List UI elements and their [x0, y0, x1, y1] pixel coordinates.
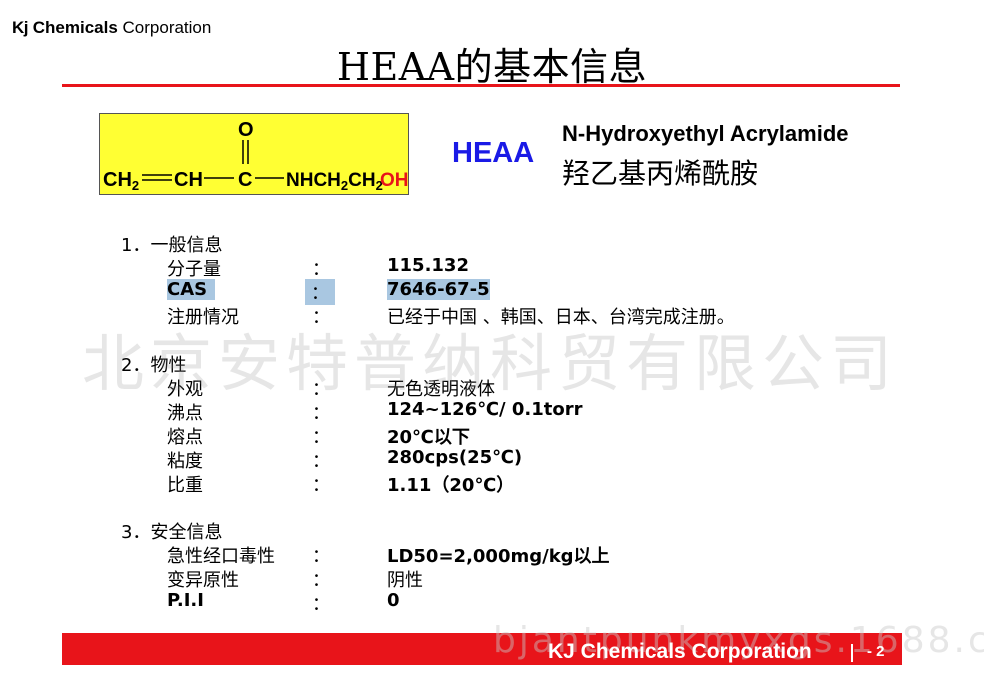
product-english-name: N-Hydroxyethyl Acrylamide [562, 121, 849, 146]
value-viscosity: 280cps(25℃) [387, 447, 523, 468]
formula-oxygen: O [238, 119, 254, 141]
section-heading-safety: 3．安全信息 [121, 522, 223, 543]
label-acute-oral-toxicity: 急性经口毒性 [167, 546, 275, 567]
logo-kj: Kj [12, 18, 29, 37]
value-acute-oral-toxicity: LD50=2,000mg/kg以上 [387, 546, 610, 567]
formula-ch: CH [174, 169, 203, 191]
logo-corporation: Corporation [122, 18, 212, 37]
colon: ： [312, 546, 330, 567]
label-cas: CAS [167, 279, 216, 300]
label-viscosity: 粘度 [167, 451, 203, 472]
product-chinese-name: 羟乙基丙烯酰胺 [562, 157, 759, 190]
value-molecular-weight: 115.132 [387, 255, 469, 276]
value-melting-point: 20℃以下 [387, 427, 470, 448]
formula-carbon: C [238, 169, 252, 191]
formula-hydroxyl: OH [380, 170, 408, 191]
colon: ： [312, 403, 330, 424]
label-mutagenicity: 变异原性 [167, 570, 239, 591]
label-appearance: 外观 [167, 379, 203, 400]
label-boiling-point: 沸点 [167, 403, 203, 424]
logo-chemicals: Chemicals [32, 18, 118, 37]
product-abbreviation: HEAA [452, 137, 535, 169]
footer-company: KJ Chemicals Corporation [548, 640, 812, 663]
label-molecular-weight: 分子量 [167, 259, 221, 280]
value-cas: 7646-67-5 [387, 279, 490, 300]
company-logo: Kj Chemicals Corporation [12, 18, 211, 38]
colon: ： [305, 279, 335, 305]
value-boiling-point: 124~126℃/ 0.1torr [387, 399, 583, 420]
section-heading-general: 1．一般信息 [121, 235, 223, 256]
colon: ： [312, 451, 330, 472]
colon: ： [312, 475, 330, 496]
colon: ： [312, 570, 330, 591]
label-melting-point: 熔点 [167, 427, 203, 448]
label-registration: 注册情况 [167, 307, 239, 328]
formula-svg: O CH2 CH C NHCH2CH2 OH [103, 119, 408, 193]
colon: ： [312, 307, 330, 328]
value-specific-gravity: 1.11（20℃） [387, 475, 515, 496]
page-number: - 2 [867, 643, 885, 660]
colon: ： [312, 427, 330, 448]
label-pii: P.I.I [167, 590, 204, 611]
value-appearance: 无色透明液体 [387, 379, 495, 400]
value-mutagenicity: 阴性 [387, 570, 423, 591]
section-heading-properties: 2．物性 [121, 355, 187, 376]
structural-formula: O CH2 CH C NHCH2CH2 OH [99, 113, 409, 195]
value-pii: 0 [387, 590, 400, 611]
label-specific-gravity: 比重 [167, 475, 203, 496]
colon: ： [312, 379, 330, 400]
colon: ： [312, 259, 330, 280]
footer-separator [851, 644, 853, 662]
formula-ch2: CH2 [103, 169, 139, 193]
value-registration: 已经于中国 、韩国、日本、台湾完成注册。 [387, 307, 735, 328]
page-title: HEAA的基本信息 [336, 45, 648, 89]
colon: ： [312, 594, 330, 615]
formula-nhch2ch2: NHCH2CH2 [286, 170, 383, 193]
title-divider [62, 84, 900, 87]
